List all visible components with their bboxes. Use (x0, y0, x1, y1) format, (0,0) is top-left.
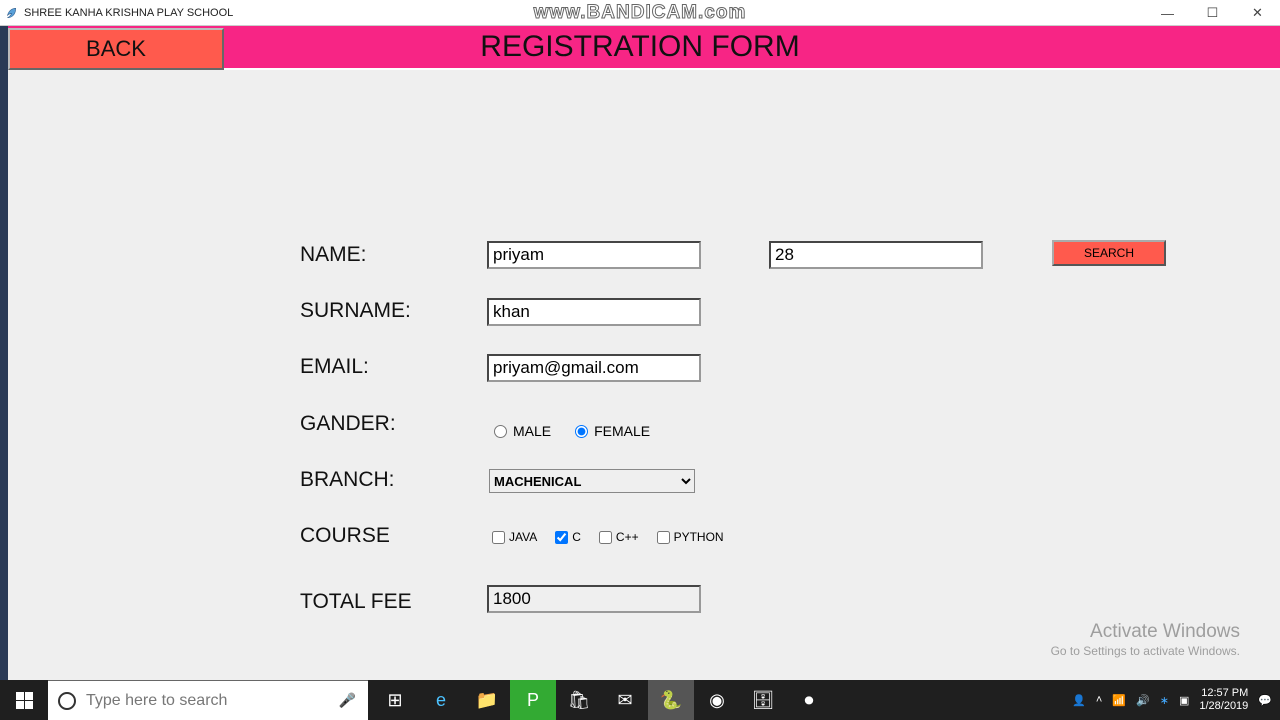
cpp-checkbox[interactable]: C++ (599, 530, 639, 544)
branch-label: BRANCH: (300, 468, 395, 492)
pycharm-icon[interactable]: P (510, 680, 556, 720)
system-tray: 👤 ˄ 📶 🔊 ∗ ▣ 12:57 PM 1/28/2019 💬 (1064, 680, 1280, 720)
close-button[interactable]: ✕ (1235, 0, 1280, 26)
taskview-icon[interactable]: ⊞ (372, 680, 418, 720)
id-input[interactable] (769, 241, 983, 269)
java-checkbox[interactable]: JAVA (492, 530, 537, 544)
totalfee-label: TOTAL FEE (300, 590, 412, 614)
mail-icon[interactable]: ✉ (602, 680, 648, 720)
battery-icon[interactable]: ▣ (1179, 694, 1189, 707)
course-label: COURSE (300, 524, 390, 548)
course-checkbox-group: JAVA C C++ PYTHON (492, 530, 724, 544)
c-checkbox[interactable]: C (555, 530, 581, 544)
male-radio[interactable]: MALE (494, 423, 551, 439)
female-radio[interactable]: FEMALE (575, 423, 650, 439)
form-area: NAME: SEARCH SURNAME: EMAIL: GANDER: MAL… (8, 70, 1280, 680)
page-title: REGISTRATION FORM (480, 30, 799, 64)
activate-windows-watermark: Activate Windows Go to Settings to activ… (1051, 620, 1240, 660)
mic-icon: 🎤 (339, 692, 356, 709)
taskbar: Type here to search 🎤 ⊞ e 📁 P 🛍 ✉ 🐍 ◉ 🗄 … (0, 680, 1280, 720)
branch-select[interactable]: MACHENICAL (489, 469, 695, 493)
db-icon[interactable]: 🗄 (740, 680, 786, 720)
totalfee-input[interactable] (487, 585, 701, 613)
explorer-icon[interactable]: 📁 (464, 680, 510, 720)
minimize-button[interactable]: — (1145, 0, 1190, 26)
bandicam-watermark: www.BANDICAM.com (534, 2, 747, 24)
left-strip (0, 26, 8, 680)
start-button[interactable] (0, 680, 48, 720)
bandicam-icon[interactable]: ⏺ (786, 680, 832, 720)
name-label: NAME: (300, 243, 367, 267)
store-icon[interactable]: 🛍 (556, 680, 602, 720)
clock[interactable]: 12:57 PM 1/28/2019 (1199, 687, 1248, 713)
window-controls: — ☐ ✕ (1145, 0, 1280, 26)
cortana-icon (58, 692, 76, 710)
notifications-icon[interactable]: 💬 (1258, 694, 1272, 707)
bluetooth-icon[interactable]: ∗ (1160, 694, 1169, 707)
wifi-icon[interactable]: 📶 (1112, 694, 1126, 707)
surname-input[interactable] (487, 298, 701, 326)
gender-label: GANDER: (300, 412, 396, 436)
email-label: EMAIL: (300, 355, 369, 379)
python-checkbox[interactable]: PYTHON (657, 530, 724, 544)
maximize-button[interactable]: ☐ (1190, 0, 1235, 26)
gender-radio-group: MALE FEMALE (494, 423, 650, 439)
tray-chevron-icon[interactable]: ˄ (1096, 694, 1102, 706)
people-icon[interactable]: 👤 (1072, 694, 1086, 707)
volume-icon[interactable]: 🔊 (1136, 694, 1150, 707)
python-icon[interactable]: 🐍 (648, 680, 694, 720)
app-icon (4, 6, 18, 20)
edge-icon[interactable]: e (418, 680, 464, 720)
window-title: SHREE KANHA KRISHNA PLAY SCHOOL (24, 7, 233, 19)
name-input[interactable] (487, 241, 701, 269)
back-button[interactable]: BACK (8, 28, 224, 70)
chrome-icon[interactable]: ◉ (694, 680, 740, 720)
taskbar-icons: ⊞ e 📁 P 🛍 ✉ 🐍 ◉ 🗄 ⏺ (372, 680, 832, 720)
email-input[interactable] (487, 354, 701, 382)
taskbar-search[interactable]: Type here to search 🎤 (48, 680, 368, 720)
surname-label: SURNAME: (300, 299, 411, 323)
search-button[interactable]: SEARCH (1052, 240, 1166, 266)
